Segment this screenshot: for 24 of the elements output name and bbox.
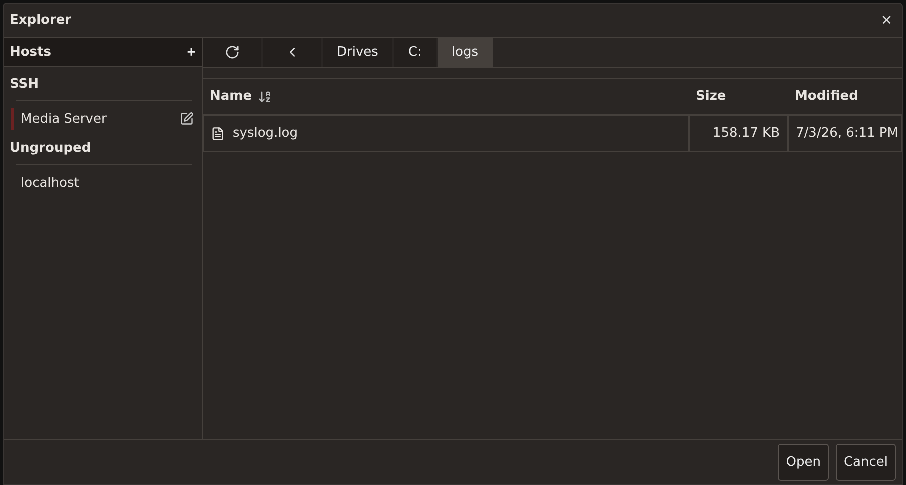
table-cell: 158.17 KB — [689, 116, 788, 152]
close-button[interactable]: × — [881, 10, 892, 31]
refresh-button[interactable] — [203, 38, 261, 67]
host-item[interactable]: Media Server — [21, 112, 180, 126]
window-title: Explorer — [10, 13, 72, 28]
column-header[interactable]: Size — [689, 79, 788, 116]
column-header[interactable]: Name — [203, 79, 689, 116]
table-cell: syslog.log — [203, 116, 689, 152]
sort-icon[interactable] — [258, 90, 272, 104]
group-heading: Ungrouped — [9, 140, 92, 156]
column-header[interactable]: Modified — [788, 79, 902, 116]
edit-icon[interactable] — [180, 112, 194, 126]
add-host-button[interactable]: + — [187, 44, 196, 60]
open-button[interactable]: Open — [778, 444, 829, 480]
breadcrumb[interactable]: logs — [438, 38, 492, 67]
cancel-button[interactable]: Cancel — [836, 444, 896, 480]
sidebar-title: Hosts — [10, 44, 52, 60]
group-heading: SSH — [9, 76, 40, 92]
breadcrumb[interactable]: C: — [394, 38, 436, 67]
file-icon — [211, 126, 225, 140]
table-cell: 7/3/26, 6:11 PM — [788, 116, 902, 152]
host-item[interactable]: localhost — [11, 176, 194, 190]
refresh-icon — [224, 45, 240, 60]
breadcrumb[interactable]: Drives — [323, 38, 392, 67]
